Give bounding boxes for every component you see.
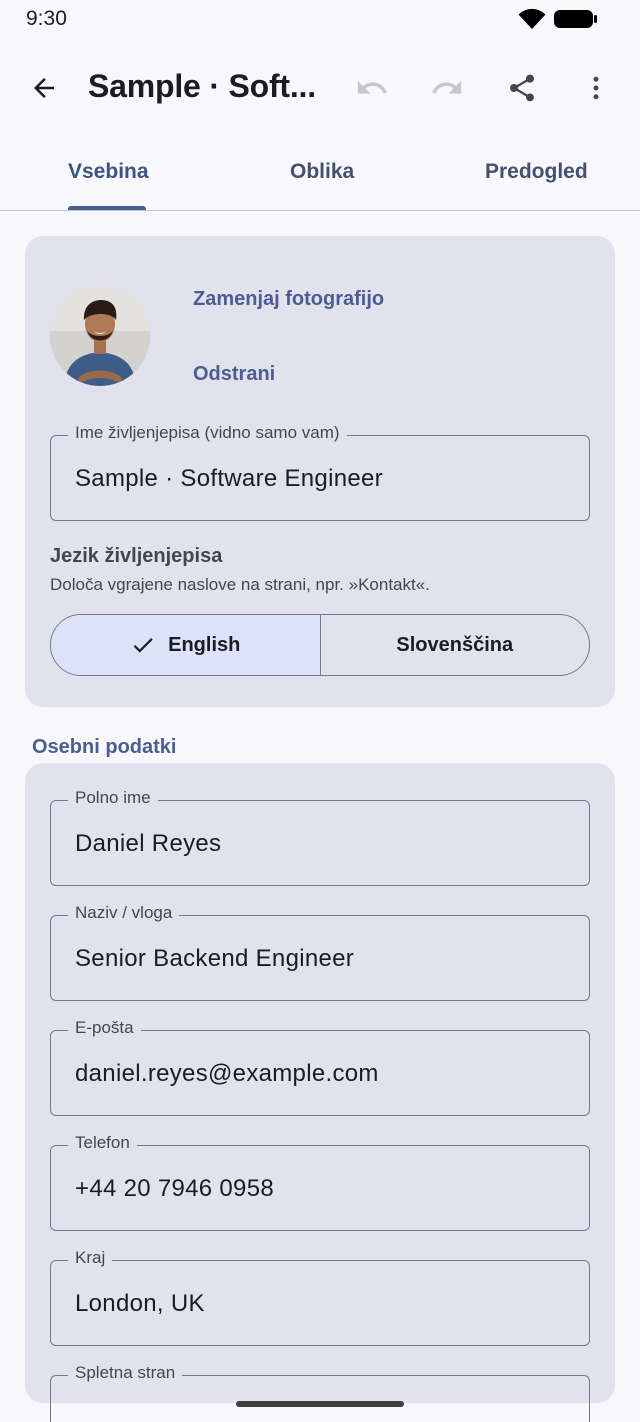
- location-input[interactable]: London, UK: [75, 1290, 205, 1318]
- back-button[interactable]: [20, 64, 68, 112]
- field-label: Spletna stran: [68, 1363, 183, 1383]
- full-name-input[interactable]: Daniel Reyes: [75, 830, 221, 858]
- email-field[interactable]: E-pošta daniel.reyes@example.com: [50, 1018, 590, 1116]
- resume-name-label: Ime življenjepisa (vidno samo vam): [68, 423, 347, 443]
- job-title-input[interactable]: Senior Backend Engineer: [75, 945, 354, 973]
- field-label: Polno ime: [68, 788, 158, 808]
- share-icon: [510, 74, 534, 102]
- job-title-field[interactable]: Naziv / vloga Senior Backend Engineer: [50, 903, 590, 1001]
- profile-card: Zamenjaj fotografijo Odstrani Ime življe…: [25, 236, 615, 707]
- app-bar: Sample · Soft...: [0, 50, 640, 126]
- remove-photo-button[interactable]: Odstrani: [193, 363, 275, 386]
- page-title: Sample · Soft...: [88, 68, 316, 104]
- email-input[interactable]: daniel.reyes@example.com: [75, 1060, 379, 1088]
- field-label: Naziv / vloga: [68, 903, 180, 923]
- field-label: E-pošta: [68, 1018, 141, 1038]
- phone-field[interactable]: Telefon +44 20 7946 0958: [50, 1133, 590, 1231]
- tab-content[interactable]: Vsebina: [68, 160, 149, 184]
- tab-indicator: [68, 206, 146, 210]
- language-option-slovenian[interactable]: Slovenščina: [321, 615, 590, 675]
- tab-preview[interactable]: Predogled: [485, 160, 588, 184]
- field-label: Telefon: [68, 1133, 137, 1153]
- location-field[interactable]: Kraj London, UK: [50, 1248, 590, 1346]
- more-options-button[interactable]: [572, 64, 620, 112]
- battery-icon: [554, 10, 597, 28]
- section-title-personal: Osebni podatki: [32, 736, 177, 758]
- language-title: Jezik življenjepisa: [50, 545, 223, 567]
- check-icon: [133, 638, 153, 653]
- field-label: Kraj: [68, 1248, 113, 1268]
- undo-icon: [357, 80, 387, 94]
- status-time: 9:30: [26, 7, 67, 30]
- language-selector: English Slovenščina: [50, 614, 590, 676]
- tab-bar: Vsebina Oblika Predogled: [0, 140, 640, 211]
- language-description: Določa vgrajene naslove na strani, npr. …: [50, 575, 430, 594]
- avatar[interactable]: [50, 286, 150, 386]
- more-vert-icon: [593, 76, 599, 100]
- language-option-english[interactable]: English: [51, 615, 321, 675]
- screen: 9:30 Sample · Soft... Vsebina Oblika Pre…: [0, 0, 640, 1422]
- share-button[interactable]: [498, 64, 546, 112]
- resume-name-field[interactable]: Ime življenjepisa (vidno samo vam) Sampl…: [50, 423, 590, 521]
- wifi-icon: [518, 8, 546, 29]
- website-field[interactable]: Spletna stran: [50, 1363, 590, 1422]
- resume-name-input[interactable]: Sample · Software Engineer: [75, 465, 383, 493]
- arrow-back-icon: [34, 78, 54, 98]
- redo-button[interactable]: [423, 64, 471, 112]
- phone-input[interactable]: +44 20 7946 0958: [75, 1175, 274, 1203]
- redo-icon: [432, 80, 462, 94]
- undo-button[interactable]: [348, 64, 396, 112]
- language-option-label: English: [168, 633, 241, 656]
- home-indicator[interactable]: [236, 1401, 404, 1407]
- language-option-label: Slovenščina: [396, 633, 514, 656]
- full-name-field[interactable]: Polno ime Daniel Reyes: [50, 788, 590, 886]
- status-bar: 9:30: [0, 0, 640, 38]
- personal-data-card: Polno ime Daniel Reyes Naziv / vloga Sen…: [25, 763, 615, 1422]
- replace-photo-button[interactable]: Zamenjaj fotografijo: [193, 288, 384, 311]
- tab-appearance[interactable]: Oblika: [290, 160, 354, 184]
- profile-photo: [50, 286, 150, 386]
